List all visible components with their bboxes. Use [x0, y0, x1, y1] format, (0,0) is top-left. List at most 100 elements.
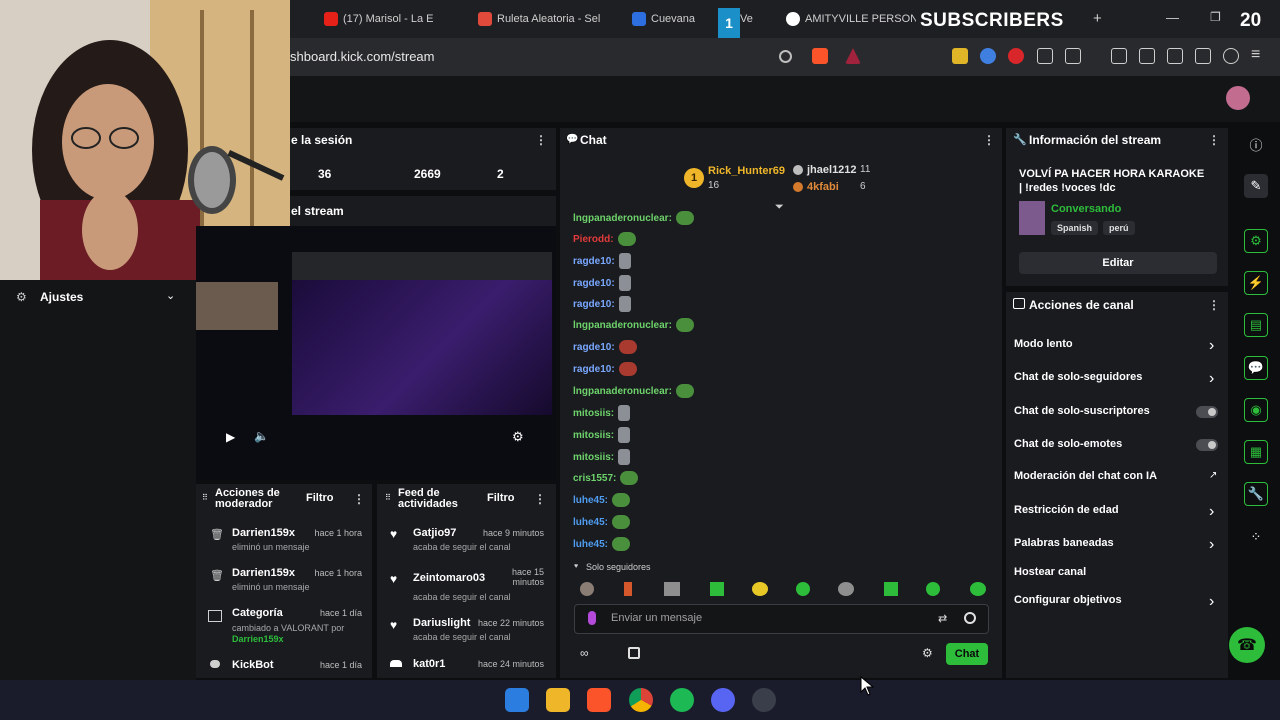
chrome-icon[interactable] — [629, 688, 653, 712]
browser-tab[interactable]: Cuevana — [632, 8, 712, 30]
chat-username[interactable]: mitosiis: — [573, 430, 614, 441]
minimize-icon[interactable]: — — [1166, 10, 1179, 25]
activity-user[interactable]: Zeintomaro03 — [413, 572, 485, 584]
more-options-icon[interactable]: ⋮ — [534, 492, 546, 506]
chat-username[interactable]: ragde10: — [573, 364, 615, 375]
apps-icon[interactable]: ⁘ — [1244, 525, 1268, 549]
browser-tab[interactable]: Ruleta Aleatoria - Sel — [478, 8, 613, 30]
screenshot-icon[interactable] — [1065, 48, 1081, 64]
emote-icon[interactable] — [580, 582, 594, 596]
channel-action-item[interactable]: Chat de solo-emotes — [1014, 438, 1122, 450]
chat-username[interactable]: cris1557: — [573, 473, 616, 484]
gear-icon[interactable]: ⚙ — [1244, 229, 1268, 253]
layout-icon[interactable]: ▦ — [1244, 440, 1268, 464]
pin-icon[interactable]: ⏷ — [775, 201, 784, 214]
filter-button[interactable]: Filtro — [306, 492, 334, 504]
top-chatter-name[interactable]: Rick_Hunter69 — [708, 165, 785, 177]
chevron-right-icon[interactable]: › — [1209, 593, 1214, 611]
avatar[interactable] — [1226, 86, 1250, 110]
channel-action-item[interactable]: Hostear canal — [1014, 566, 1086, 578]
users-icon[interactable]: ∞ — [580, 646, 589, 660]
help-icon[interactable]: ☎ — [1229, 627, 1265, 663]
mod-action-user-link[interactable]: Darrien159x — [232, 634, 284, 644]
volume-icon[interactable]: 🔈 — [254, 429, 269, 443]
emote-icon[interactable] — [710, 582, 724, 596]
emote-icon[interactable] — [884, 582, 898, 596]
extension-icon[interactable] — [980, 48, 996, 64]
top-chatter-name[interactable]: 4kfabi — [807, 181, 839, 193]
channel-action-item[interactable]: Moderación del chat con IA — [1014, 470, 1157, 482]
gear-icon[interactable]: ⚙ — [512, 429, 524, 445]
filter-button[interactable]: Filtro — [487, 492, 515, 504]
chat-username[interactable]: mitosiis: — [573, 452, 614, 463]
chat-username[interactable]: ragde10: — [573, 256, 615, 267]
new-tab-icon[interactable]: + — [1093, 10, 1102, 27]
chevron-right-icon[interactable]: › — [1209, 337, 1214, 355]
emote-icon[interactable] — [970, 582, 986, 596]
browser-tab[interactable]: AMITYVILLE PERSON — [786, 8, 916, 30]
restore-icon[interactable]: ❐ — [1210, 10, 1221, 24]
chat-message[interactable]: luhe45: — [573, 493, 631, 507]
chat-username[interactable]: luhe45: — [573, 517, 608, 528]
chat-message[interactable]: luhe45: — [573, 537, 631, 551]
url-field[interactable]: shboard.kick.com/stream — [290, 49, 435, 64]
drag-handle-icon[interactable]: ⠿ — [385, 493, 391, 502]
category-link[interactable]: Conversando — [1051, 203, 1121, 215]
brave-shield-icon[interactable] — [812, 48, 828, 64]
chat-username[interactable]: mitosiis: — [573, 408, 614, 419]
toggle-switch[interactable] — [1196, 406, 1218, 418]
chat-message[interactable]: ragde10: — [573, 340, 637, 354]
chat-username[interactable]: luhe45: — [573, 539, 608, 550]
emote-icon[interactable] — [664, 582, 680, 596]
chat-username[interactable]: ragde10: — [573, 299, 615, 310]
chevron-right-icon[interactable]: › — [1209, 503, 1214, 521]
chevron-right-icon[interactable]: › — [1209, 370, 1214, 388]
chat-message[interactable]: lngpanaderonuclear: — [573, 384, 694, 398]
chat-message[interactable]: ragde10: — [573, 253, 631, 269]
channel-action-item[interactable]: Restricción de edad — [1014, 504, 1119, 516]
external-link-icon[interactable]: ↗ — [1209, 470, 1217, 481]
windows-start-icon[interactable] — [505, 688, 529, 712]
extension-icon[interactable] — [1008, 48, 1024, 64]
info-icon[interactable]: ⓘ — [1244, 132, 1268, 156]
mod-action-user[interactable]: KickBot — [232, 659, 274, 671]
pencil-icon[interactable]: ✎ — [1244, 174, 1268, 198]
channel-action-item[interactable]: Chat de solo-seguidores — [1014, 371, 1142, 383]
more-options-icon[interactable]: ⋮ — [1208, 298, 1220, 312]
more-options-icon[interactable]: ⋮ — [535, 133, 547, 147]
chevron-right-icon[interactable]: › — [1209, 536, 1214, 554]
emoji-icon[interactable] — [964, 612, 976, 624]
mic-icon[interactable] — [588, 611, 596, 625]
document-icon[interactable]: ▤ — [1244, 313, 1268, 337]
brave-browser-icon[interactable] — [587, 688, 611, 712]
drag-handle-icon[interactable]: ⠿ — [202, 493, 208, 502]
chat-username[interactable]: ragde10: — [573, 278, 615, 289]
chat-message[interactable]: Pierodd: — [573, 232, 636, 246]
top-chatter-name[interactable]: jhael1212 — [807, 164, 857, 176]
leo-icon[interactable] — [1195, 48, 1211, 64]
translate-icon[interactable]: ⇄ — [938, 612, 947, 625]
chat-message[interactable]: ragde10: — [573, 296, 631, 312]
more-options-icon[interactable]: ⋮ — [1208, 133, 1220, 147]
browser-tab[interactable]: Ve — [740, 8, 780, 30]
activity-user[interactable]: Dariuslight — [413, 617, 470, 629]
spotify-icon[interactable] — [670, 688, 694, 712]
sidebar-icon[interactable] — [1139, 48, 1155, 64]
lightning-icon[interactable]: ⚡ — [1244, 271, 1268, 295]
stream-preview[interactable]: ▶ 🔈 ⚙ — [196, 226, 556, 480]
chat-message[interactable]: ragde10: — [573, 362, 637, 376]
edit-button[interactable]: Editar — [1019, 252, 1217, 274]
chat-message[interactable]: mitosiis: — [573, 405, 631, 421]
vpn-icon[interactable] — [1223, 48, 1239, 64]
obs-icon[interactable] — [752, 688, 776, 712]
channel-action-item[interactable]: Configurar objetivos — [1014, 594, 1122, 606]
chat-message[interactable]: ragde10: — [573, 275, 631, 291]
chat-username[interactable]: Pierodd: — [573, 234, 614, 245]
channel-action-item[interactable]: Chat de solo-suscriptores — [1014, 405, 1150, 417]
broadcast-icon[interactable]: ◉ — [1244, 398, 1268, 422]
chat-send-button[interactable]: Chat — [946, 643, 988, 665]
activity-user[interactable]: kat0r1 — [413, 658, 445, 670]
chat-username[interactable]: luhe45: — [573, 495, 608, 506]
extension-icon[interactable] — [952, 48, 968, 64]
wallet-icon[interactable] — [1167, 48, 1183, 64]
